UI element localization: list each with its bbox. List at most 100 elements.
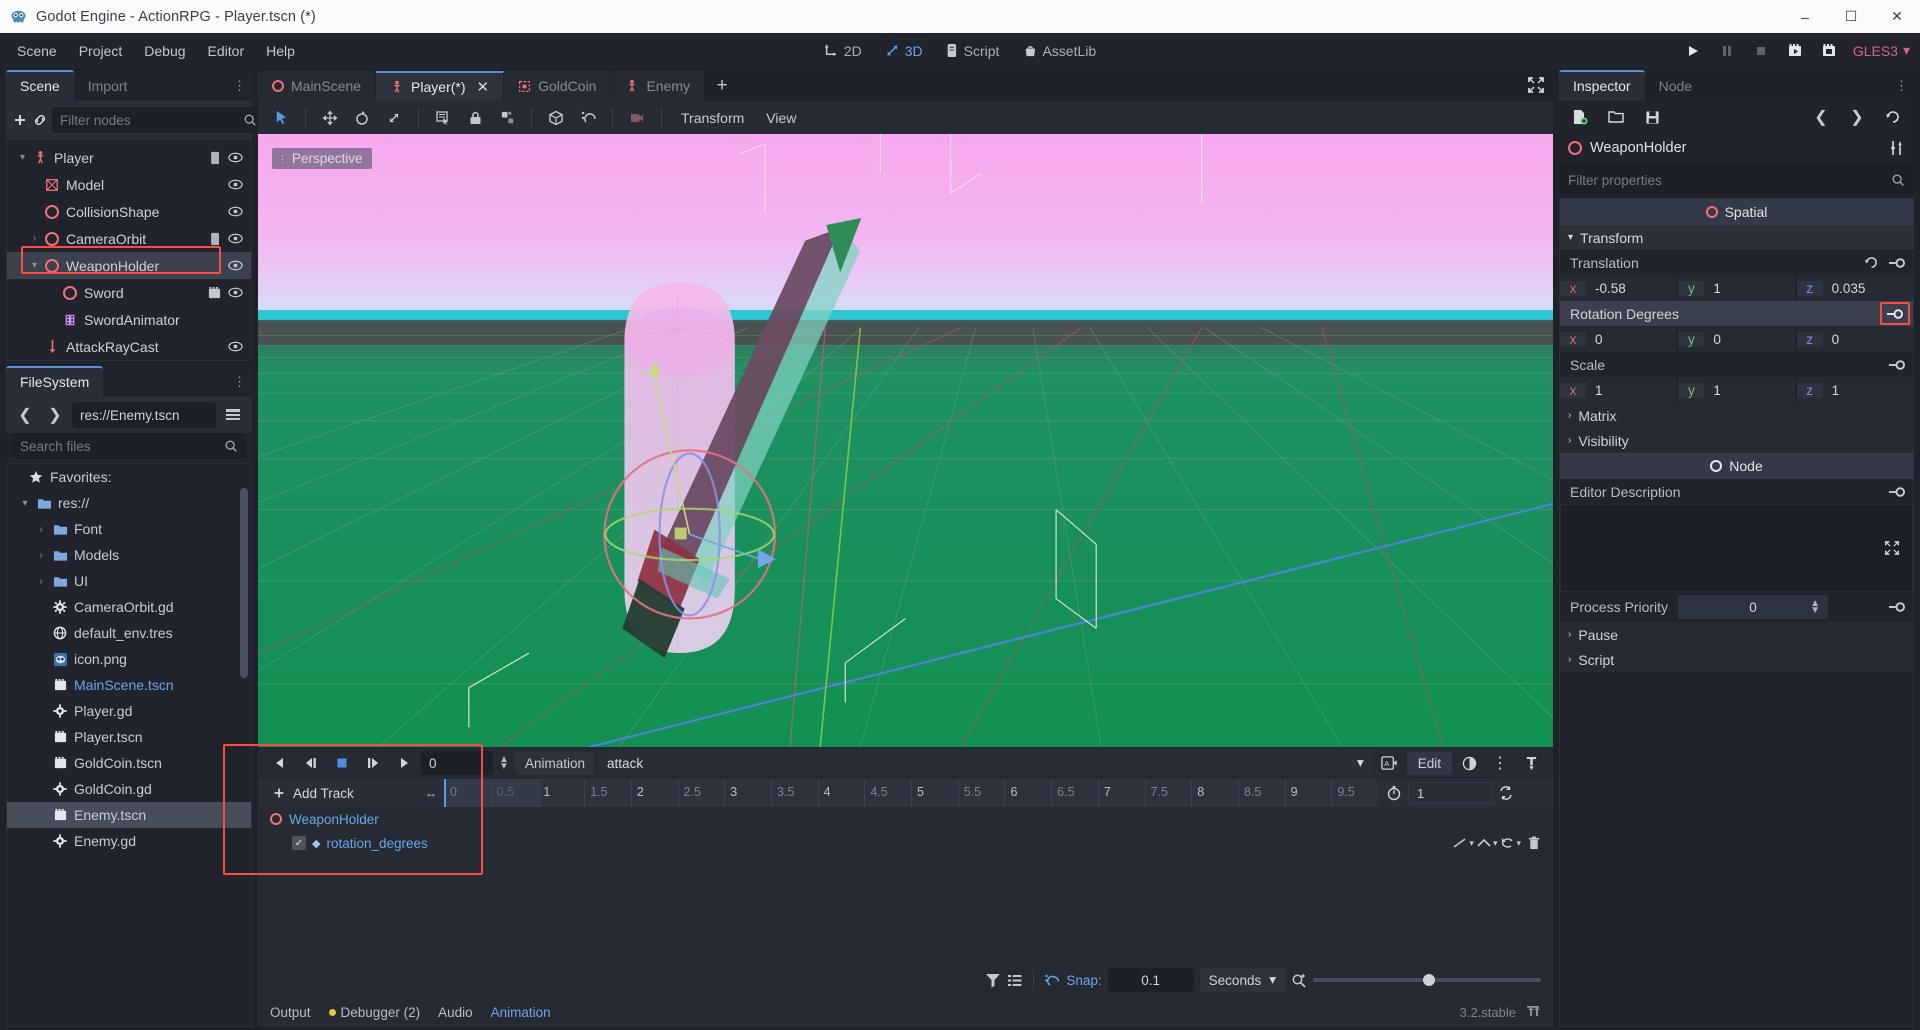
section-transform[interactable]: ▾ Transform xyxy=(1560,225,1913,250)
list-select-button[interactable] xyxy=(428,105,458,131)
close-button[interactable]: ✕ xyxy=(1874,0,1920,33)
nav-forward-button[interactable]: ❯ xyxy=(42,403,68,427)
file-tree-scrollbar[interactable] xyxy=(240,488,248,678)
file-row-ui[interactable]: › UI xyxy=(7,568,251,594)
scene-node-swordanimator[interactable]: SwordAnimator xyxy=(7,306,251,333)
expand-bottom-panel-icon[interactable] xyxy=(1525,1005,1541,1019)
bottom-tab-animation[interactable]: Animation xyxy=(491,1005,551,1020)
mode-3d-button[interactable]: 3D xyxy=(875,38,933,64)
bottom-tab-audio[interactable]: Audio xyxy=(438,1005,473,1020)
tab-import[interactable]: Import xyxy=(74,72,142,101)
filter-nodes-input[interactable] xyxy=(60,112,237,128)
add-track-button[interactable]: Add Track xyxy=(258,779,418,807)
file-row-goldcoin-tscn[interactable]: GoldCoin.tscn xyxy=(7,750,251,776)
nav-back-button[interactable]: ❮ xyxy=(12,403,38,427)
file-row-icon-png[interactable]: icon.png xyxy=(7,646,251,672)
history-icon[interactable] xyxy=(1880,105,1906,129)
select-mode-button[interactable] xyxy=(266,105,296,131)
property-value-scale[interactable]: x 1 y 1 z 1 xyxy=(1560,377,1913,403)
onion-skinning-button[interactable]: A xyxy=(1376,751,1404,775)
vector-cell-x[interactable]: x 0 xyxy=(1560,326,1677,352)
expander-icon[interactable]: ▾ xyxy=(15,152,30,163)
mode-2d-button[interactable]: 2D xyxy=(814,38,872,64)
scene-tree[interactable]: ▾ Player Model CollisionShape › CameraOr… xyxy=(6,139,252,361)
keyframe-icon[interactable] xyxy=(1888,257,1905,269)
vector-cell-y[interactable]: y 1 xyxy=(1678,275,1795,301)
file-row-mainscene-tscn[interactable]: MainScene.tscn xyxy=(7,672,251,698)
animation-menu-dots-icon[interactable]: ⋮ xyxy=(1486,751,1514,775)
scale-mode-button[interactable] xyxy=(379,105,409,131)
vector-cell-x[interactable]: x 1 xyxy=(1560,377,1677,403)
pin-animation-button[interactable] xyxy=(1517,751,1545,775)
keyframe-icon[interactable] xyxy=(1888,486,1905,498)
menu-project[interactable]: Project xyxy=(68,38,134,64)
section-matrix[interactable]: › Matrix xyxy=(1560,403,1913,428)
vector-cell-y[interactable]: y 1 xyxy=(1678,377,1795,403)
visibility-icon[interactable] xyxy=(228,178,243,191)
play-backwards-button[interactable] xyxy=(266,751,294,775)
menu-editor[interactable]: Editor xyxy=(197,38,256,64)
visibility-icon[interactable] xyxy=(228,205,243,218)
play-button[interactable] xyxy=(390,751,418,775)
file-row-goldcoin-gd[interactable]: GoldCoin.gd xyxy=(7,776,251,802)
vector-cell-z[interactable]: z 0.035 xyxy=(1796,275,1913,301)
update-mode-icon[interactable]: ▾ xyxy=(1499,837,1521,849)
timeline-zoom-slider[interactable] xyxy=(1313,974,1541,986)
stop-button[interactable] xyxy=(328,751,356,775)
distraction-free-mode-icon[interactable] xyxy=(1527,76,1545,94)
visibility-icon[interactable] xyxy=(228,286,243,299)
scene-node-attackraycast[interactable]: AttackRayCast xyxy=(7,333,251,360)
camera-preview-button[interactable] xyxy=(622,105,652,131)
view-menu[interactable]: View xyxy=(756,106,806,130)
expander-icon[interactable]: ▾ xyxy=(27,260,42,271)
next-frame-button[interactable] xyxy=(359,751,387,775)
menu-scene[interactable]: Scene xyxy=(6,38,68,64)
instance-scene-button[interactable] xyxy=(32,108,48,132)
snap-mode-button[interactable] xyxy=(573,105,603,131)
rotate-mode-button[interactable] xyxy=(347,105,377,131)
editor-description-textarea[interactable] xyxy=(1560,504,1913,592)
animation-length-field[interactable]: 1 xyxy=(1408,782,1492,804)
expand-icon[interactable] xyxy=(1884,540,1900,556)
play-custom-scene-button[interactable] xyxy=(1813,38,1845,64)
scene-node-collisionshape[interactable]: CollisionShape xyxy=(7,198,251,225)
expander-icon[interactable]: › xyxy=(33,576,49,587)
file-row-models[interactable]: › Models xyxy=(7,542,251,568)
close-icon[interactable]: ✕ xyxy=(477,78,490,96)
loop-icon[interactable] xyxy=(1498,785,1514,801)
search-files-box[interactable]: Search files xyxy=(12,433,246,459)
renderer-selector[interactable]: GLES3 ▾ xyxy=(1853,42,1910,59)
file-row-favorites[interactable]: Favorites: xyxy=(7,464,251,490)
interpolation-icon[interactable]: ▾ xyxy=(1452,837,1474,849)
scene-node-sword[interactable]: Sword xyxy=(7,279,251,306)
transform-menu[interactable]: Transform xyxy=(671,106,754,130)
animation-name-selector[interactable]: attack ▾ xyxy=(598,750,1373,776)
add-node-button[interactable] xyxy=(12,108,28,132)
menu-debug[interactable]: Debug xyxy=(133,38,196,64)
play-scene-button[interactable] xyxy=(1779,38,1811,64)
tab-inspector[interactable]: Inspector xyxy=(1559,70,1645,101)
filter-nodes-box[interactable] xyxy=(52,107,265,133)
filter-icon[interactable] xyxy=(985,973,1001,988)
open-scene-icon[interactable] xyxy=(207,286,222,300)
time-unit-selector[interactable]: Seconds ▾ xyxy=(1199,968,1285,992)
scene-node-weaponholder[interactable]: ▾ WeaponHolder xyxy=(7,252,251,279)
scene-tab-player[interactable]: Player(*) ✕ xyxy=(376,71,505,101)
animation-track-node-row[interactable]: WeaponHolder xyxy=(258,807,1553,831)
process-priority-field[interactable]: 0 ▲ ▼ xyxy=(1678,595,1829,619)
scene-dock-menu-icon[interactable]: ⋮ xyxy=(233,78,246,94)
object-tools-icon[interactable] xyxy=(1889,140,1905,156)
vector-cell-y[interactable]: y 0 xyxy=(1678,326,1795,352)
scene-node-cameraorbit[interactable]: › CameraOrbit xyxy=(7,225,251,252)
keyframe-icon[interactable] xyxy=(1888,359,1905,371)
animation-track-property-row[interactable]: ✓ ◆ rotation_degrees ▾ ▾ ▾ xyxy=(258,831,1553,855)
spinner-icon[interactable]: ▲ ▼ xyxy=(1810,599,1820,616)
scene-node-player[interactable]: ▾ Player xyxy=(7,144,251,171)
animation-track-area[interactable] xyxy=(223,744,1553,963)
keyframe-icon[interactable] xyxy=(1886,308,1903,320)
visibility-icon[interactable] xyxy=(228,340,243,353)
tab-node[interactable]: Node xyxy=(1645,72,1706,101)
menu-help[interactable]: Help xyxy=(255,38,306,64)
current-path-field[interactable]: res://Enemy.tscn xyxy=(72,402,216,428)
file-row-player-gd[interactable]: Player.gd xyxy=(7,698,251,724)
